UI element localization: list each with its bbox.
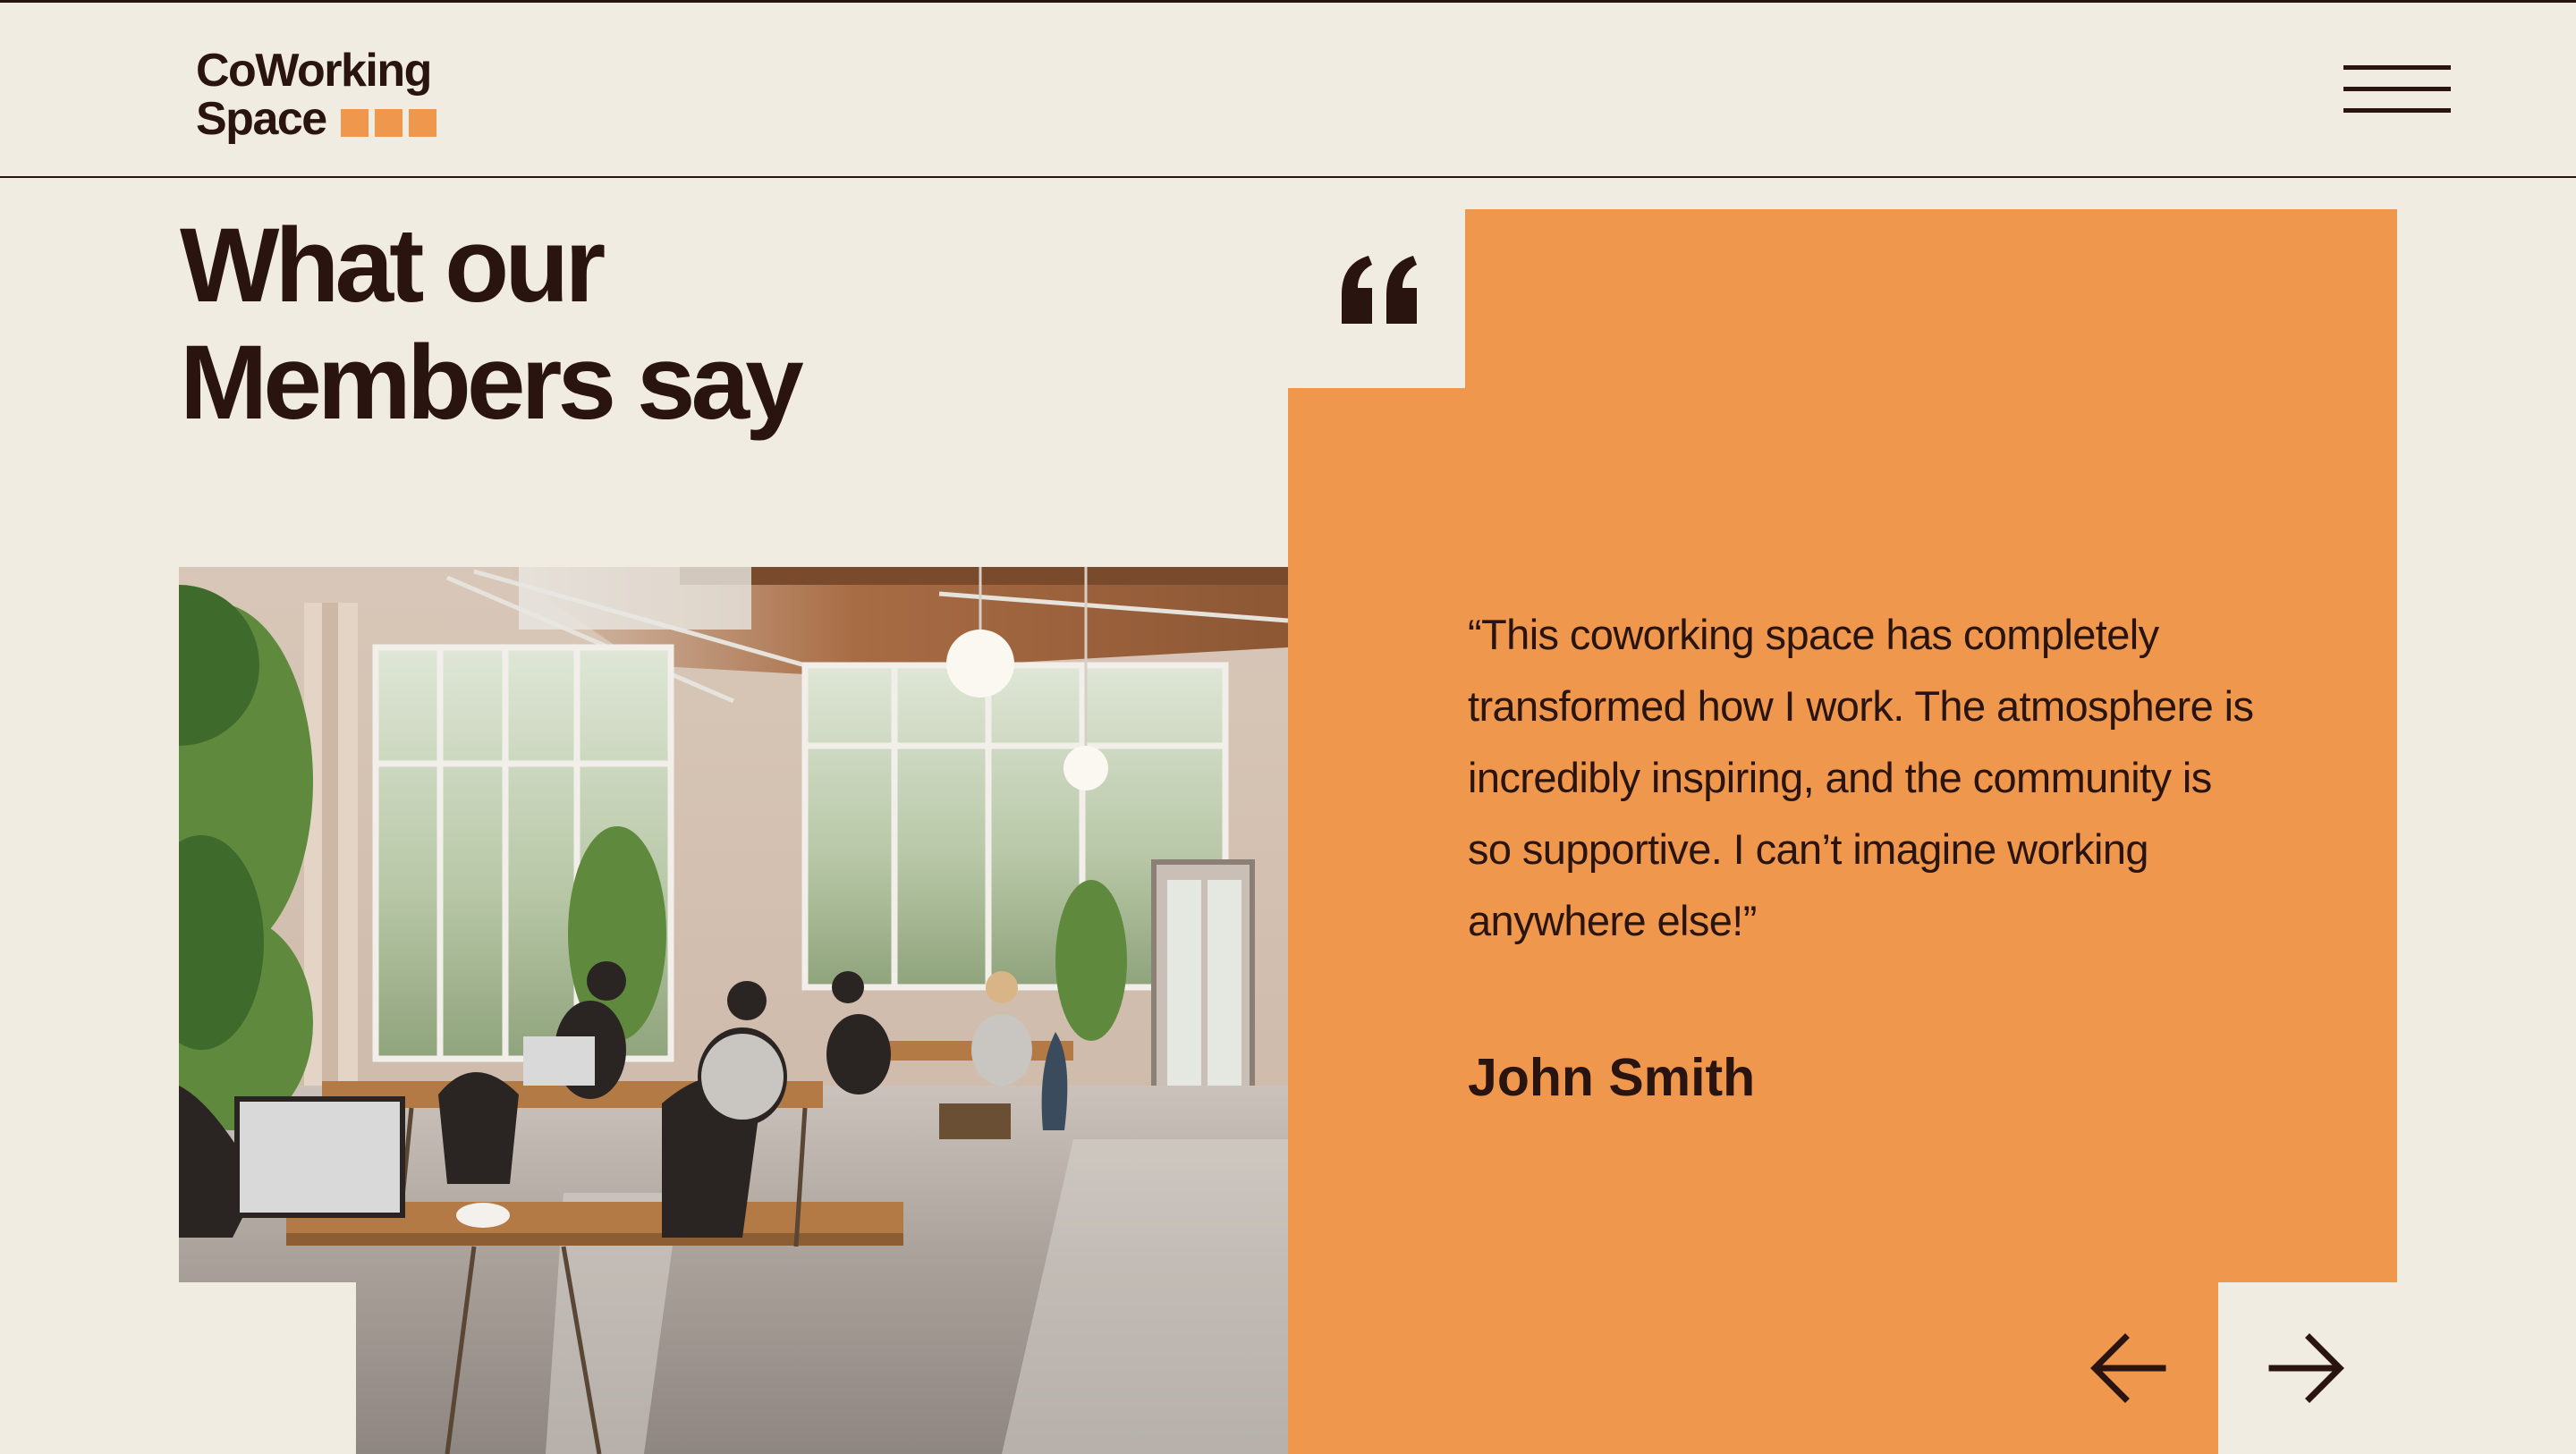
logo-text-space: Space bbox=[196, 93, 327, 145]
testimonial-author: John Smith bbox=[1468, 1048, 1756, 1107]
section-heading: What our Members say bbox=[180, 207, 804, 442]
site-header: CoWorking Space bbox=[0, 3, 2576, 178]
opening-quote-icon bbox=[1342, 256, 1417, 324]
logo-row-space: Space bbox=[196, 96, 482, 142]
testimonial-card-bottom bbox=[1288, 1281, 2218, 1454]
arrow-left-icon bbox=[2090, 1333, 2166, 1403]
arrow-right-icon bbox=[2268, 1333, 2344, 1403]
testimonial-card-top bbox=[1465, 209, 2397, 389]
heading-line-1: What our bbox=[180, 207, 606, 325]
brand-logo[interactable]: CoWorking Space bbox=[196, 47, 482, 146]
next-testimonial-button[interactable] bbox=[2261, 1323, 2351, 1413]
heading-line-2: Members say bbox=[180, 324, 804, 442]
hamburger-menu-icon bbox=[2343, 65, 2451, 70]
menu-bar-bottom bbox=[2343, 108, 2451, 113]
logo-squares-icon bbox=[340, 109, 436, 137]
logo-text-coworking: CoWorking bbox=[196, 45, 432, 97]
testimonial-quote: “This coworking space has completely tra… bbox=[1468, 611, 2254, 944]
hamburger-menu-button[interactable] bbox=[2343, 65, 2451, 119]
previous-testimonial-button[interactable] bbox=[2084, 1323, 2174, 1413]
photo-corner-cutout bbox=[179, 1282, 356, 1454]
menu-bar-middle bbox=[2343, 87, 2451, 91]
